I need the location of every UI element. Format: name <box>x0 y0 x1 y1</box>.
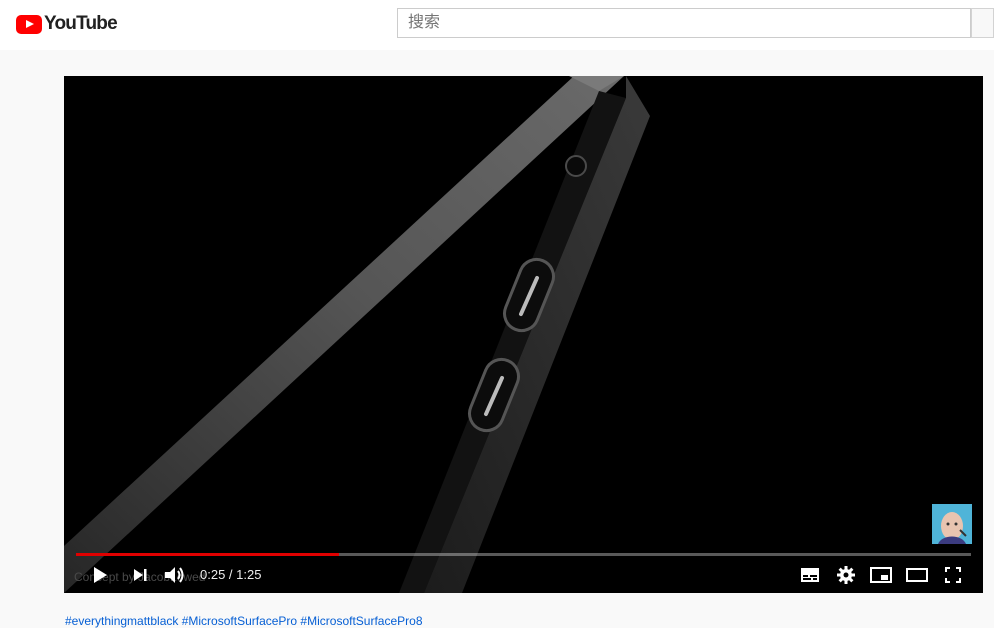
mute-button[interactable] <box>162 563 188 587</box>
logo-text: YouTube <box>44 13 118 34</box>
miniplayer-button[interactable] <box>869 563 893 587</box>
settings-button[interactable] <box>834 563 858 587</box>
subtitles-icon <box>801 568 819 582</box>
subtitles-button[interactable] <box>798 563 822 587</box>
progress-played <box>76 553 340 556</box>
search-input[interactable] <box>397 8 971 38</box>
play-icon <box>94 567 107 583</box>
theater-icon <box>906 568 928 582</box>
gear-icon <box>837 566 855 584</box>
video-player[interactable]: Concept by JacobLowed 0:25 / 1:25 <box>64 76 983 593</box>
description-hashtags[interactable]: #everythingmattblack #MicrosoftSurfacePr… <box>65 614 423 628</box>
youtube-play-icon <box>16 14 42 34</box>
theater-mode-button[interactable] <box>905 563 929 587</box>
video-frame <box>64 76 983 593</box>
fullscreen-button[interactable] <box>941 563 965 587</box>
fullscreen-icon <box>945 567 961 583</box>
masthead: YouTube <box>0 0 994 50</box>
time-display: 0:25 / 1:25 <box>200 567 262 582</box>
player-controls: 0:25 / 1:25 <box>64 563 983 593</box>
next-button[interactable] <box>128 563 152 587</box>
search-button[interactable] <box>971 8 994 38</box>
skip-next-icon <box>134 569 147 581</box>
volume-icon <box>165 567 184 583</box>
channel-avatar[interactable] <box>932 504 972 544</box>
youtube-logo[interactable]: YouTube <box>16 13 118 35</box>
progress-bar[interactable] <box>76 553 971 556</box>
play-button[interactable] <box>88 563 112 587</box>
miniplayer-icon <box>870 567 892 583</box>
